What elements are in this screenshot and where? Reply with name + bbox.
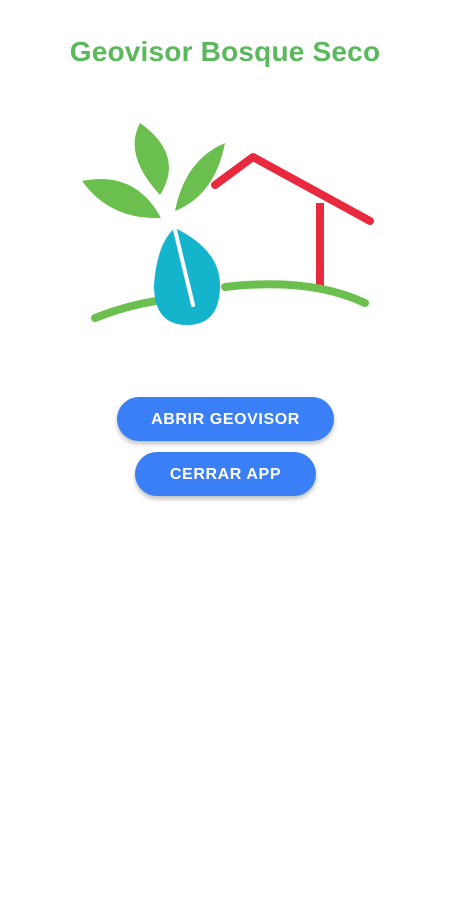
house-roof-icon [211, 153, 374, 225]
bosque-seco-logo-icon [82, 123, 374, 325]
open-geovisor-button[interactable]: ABRIR GEOVISOR [117, 397, 334, 441]
leaf-right-icon [175, 143, 225, 211]
app-title: Geovisor Bosque Seco [69, 36, 381, 67]
close-app-button[interactable]: CERRAR APP [135, 452, 316, 496]
leaf-left-icon [82, 178, 161, 219]
leaf-top-icon [134, 123, 169, 195]
main-screen: Geovisor Bosque Seco ABRIR GEOVISOR CERR… [0, 0, 450, 900]
ground-right-icon [221, 280, 369, 307]
